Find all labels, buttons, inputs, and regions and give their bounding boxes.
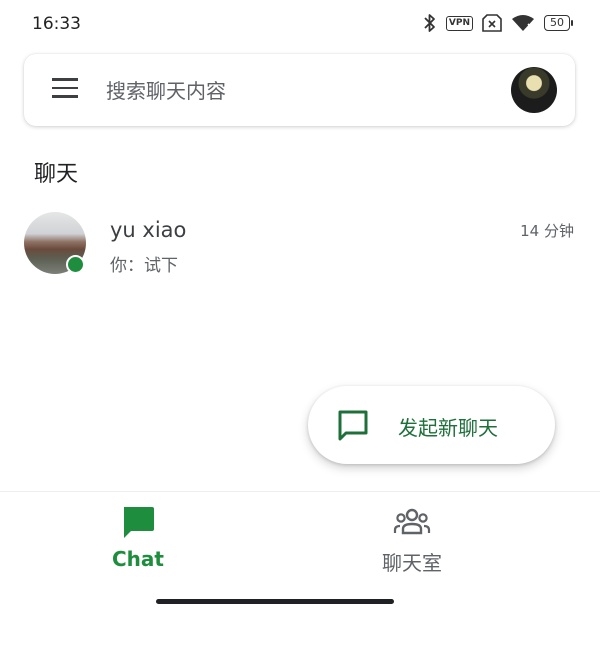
chat-list-item[interactable]: yu xiao 你：试下 14 分钟	[0, 205, 600, 285]
new-chat-icon	[338, 410, 368, 441]
home-indicator[interactable]	[156, 599, 394, 604]
online-status-indicator	[66, 255, 85, 274]
new-chat-button[interactable]: 发起新聊天	[308, 386, 555, 464]
group-icon	[393, 508, 431, 535]
bottom-nav-divider	[0, 491, 600, 492]
wifi-icon	[512, 15, 534, 31]
tab-chat-label: Chat	[112, 547, 164, 571]
tab-rooms[interactable]: 聊天室	[332, 505, 492, 585]
chat-message-preview: 你：试下	[110, 256, 178, 276]
section-title: 聊天	[34, 162, 79, 187]
bluetooth-icon	[424, 14, 435, 32]
chat-timestamp: 14 分钟	[520, 222, 574, 240]
status-icons: VPN 50	[423, 13, 573, 33]
search-bar	[24, 54, 575, 126]
search-input[interactable]	[104, 74, 488, 108]
menu-icon[interactable]	[52, 78, 82, 102]
no-sim-icon	[482, 14, 502, 32]
new-chat-label: 发起新聊天	[398, 416, 498, 440]
account-avatar[interactable]	[511, 67, 557, 113]
chat-contact-name: yu xiao	[110, 218, 187, 242]
chat-bubble-icon	[124, 507, 154, 538]
status-time: 16:33	[32, 14, 81, 34]
vpn-icon: VPN	[445, 15, 473, 31]
status-bar: 16:33 VPN 50	[0, 0, 600, 50]
tab-rooms-label: 聊天室	[382, 551, 442, 575]
battery-icon: 50	[544, 15, 573, 31]
tab-chat[interactable]: Chat	[58, 505, 218, 585]
